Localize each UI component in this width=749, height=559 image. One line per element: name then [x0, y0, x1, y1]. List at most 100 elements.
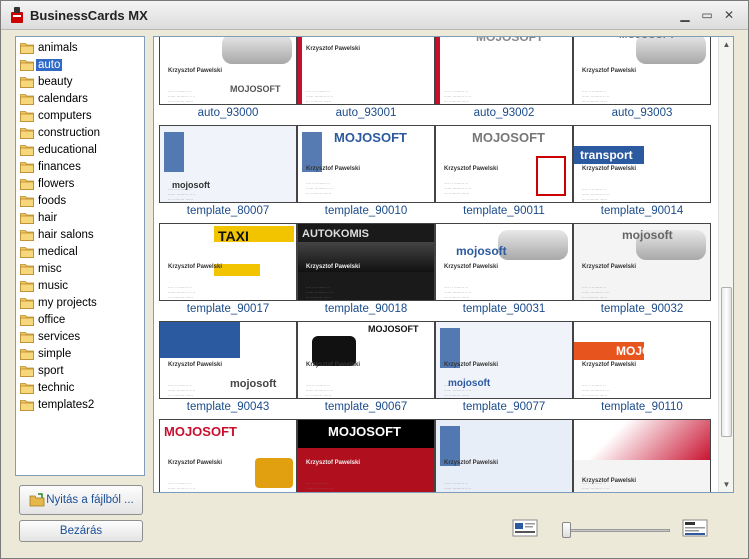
open-from-file-button[interactable]: Nyitás a fájlból ... — [19, 485, 143, 515]
card-person-name: Krzysztof Pawelski — [306, 46, 361, 52]
card-size-small-icon[interactable] — [512, 519, 538, 537]
category-music[interactable]: music — [16, 278, 144, 295]
template-thumbnail[interactable]: AUTOKOMIS Krzysztof Pawelski.... .. .....… — [297, 223, 435, 301]
category-label: hair — [38, 212, 58, 224]
card-logo: MOJOSOFT — [334, 130, 407, 145]
scroll-down-icon[interactable]: ▼ — [719, 477, 734, 492]
category-misc[interactable]: misc — [16, 261, 144, 278]
category-office[interactable]: office — [16, 312, 144, 329]
category-my-projects[interactable]: my projects — [16, 295, 144, 312]
category-tree[interactable]: animals auto beauty calendars computers const… — [15, 36, 145, 476]
close-button[interactable]: Bezárás — [19, 520, 143, 542]
template-thumbnail[interactable]: mojosoft Krzysztof Pawelski.... .. ......… — [435, 321, 573, 399]
category-services[interactable]: services — [16, 329, 144, 346]
category-computers[interactable]: computers — [16, 108, 144, 125]
category-finances[interactable]: finances — [16, 159, 144, 176]
maximize-icon[interactable]: ▭ — [700, 9, 714, 21]
folder-icon — [20, 332, 34, 343]
template-name: template_80007 — [186, 205, 270, 217]
scroll-up-icon[interactable]: ▲ — [719, 37, 734, 52]
template-thumbnail[interactable]: MOJOSOFTKrzysztof Pawelski.... .. ......… — [573, 321, 711, 399]
scrollbar-thumb[interactable] — [721, 287, 732, 437]
category-label: flowers — [38, 178, 75, 190]
template-thumbnail[interactable]: MOJOSOFTKrzysztof Pawelski.... .. ......… — [297, 419, 435, 492]
template-thumbnail[interactable]: MOJOSOFTKrzysztof Pawelski.... .. ......… — [297, 125, 435, 203]
card-logo: AUTOKOMIS — [302, 228, 370, 240]
template-thumbnail[interactable]: MOJOSOFTKrzysztof Pawelski.... .. ......… — [573, 37, 711, 105]
folder-icon — [20, 383, 34, 394]
category-foods[interactable]: foods — [16, 193, 144, 210]
folder-icon — [20, 43, 34, 54]
close-icon[interactable]: ✕ — [722, 9, 736, 21]
card-person-name: Krzysztof Pawelski — [444, 460, 499, 466]
app-window: BusinessCards MX ▁ ▭ ✕ animals auto beauty… — [0, 0, 749, 559]
category-simple[interactable]: simple — [16, 346, 144, 363]
template-thumbnail[interactable]: transport Krzysztof Pawelski.... .. .....… — [573, 125, 711, 203]
category-auto[interactable]: auto — [16, 57, 144, 74]
zoom-slider-track[interactable] — [562, 529, 670, 532]
category-label: calendars — [38, 93, 88, 105]
card-logo: MOJOSOFT — [164, 424, 237, 439]
open-from-file-label: Nyitás a fájlból ... — [46, 494, 134, 506]
folder-icon — [20, 77, 34, 88]
template-thumbnail[interactable]: MOJOSOFTKrzysztof Pawelski.... .. ......… — [159, 419, 297, 492]
template-name: template_90067 — [324, 401, 408, 413]
category-label: templates2 — [38, 399, 95, 411]
template-thumbnail[interactable]: Krzysztof Pawelski.... .. ........ .....… — [573, 419, 711, 492]
template-name: template_90017 — [186, 303, 270, 315]
template-thumbnail[interactable]: MOJOSOFTKrzysztof Pawelski.... .. ......… — [297, 321, 435, 399]
category-label: sport — [38, 365, 64, 377]
card-logo: MOJOSOFT — [368, 324, 419, 334]
card-logo: MOJOSOFT — [619, 37, 675, 41]
folder-icon — [20, 230, 34, 241]
template-name: template_90031 — [462, 303, 546, 315]
template-thumbnail[interactable]: MOJOSOFTKrzysztof Pawelski.... .. ......… — [435, 125, 573, 203]
category-technic[interactable]: technic — [16, 380, 144, 397]
category-label: services — [38, 331, 81, 343]
template-thumbnail[interactable]: Krzysztof Pawelski.... .. ........ .....… — [435, 419, 573, 492]
template-name: auto_93002 — [473, 107, 535, 119]
category-templates2[interactable]: templates2 — [16, 397, 144, 414]
template-thumbnail[interactable]: mojosoft Krzysztof Pawelski.... .. ......… — [435, 223, 573, 301]
template-thumbnail[interactable]: mojosoft.... .. ........ ........ ......… — [159, 125, 297, 203]
category-beauty[interactable]: beauty — [16, 74, 144, 91]
open-folder-icon — [29, 493, 45, 507]
template-name: template_90018 — [324, 303, 408, 315]
category-flowers[interactable]: flowers — [16, 176, 144, 193]
template-thumbnail[interactable]: Krzysztof Pawelski.... .. ........ .....… — [297, 37, 435, 105]
category-calendars[interactable]: calendars — [16, 91, 144, 108]
card-person-name: Krzysztof Pawelski — [582, 166, 637, 172]
template-thumbnail[interactable]: TAXI Krzysztof Pawelski.... .. ........ .… — [159, 223, 297, 301]
template-thumbnail[interactable]: mojosoft Krzysztof Pawelski.... .. ......… — [573, 223, 711, 301]
template-thumbnail[interactable]: mojosoft Krzysztof Pawelski.... .. ......… — [159, 321, 297, 399]
folder-icon — [20, 315, 34, 326]
category-sport[interactable]: sport — [16, 363, 144, 380]
category-label: auto — [36, 59, 63, 71]
category-hair-salons[interactable]: hair salons — [16, 227, 144, 244]
window-title: BusinessCards MX — [30, 8, 148, 23]
card-logo: mojosoft — [230, 378, 277, 390]
card-logo: transport — [580, 148, 633, 162]
folder-icon — [20, 196, 34, 207]
category-animals[interactable]: animals — [16, 40, 144, 57]
zoom-slider-handle[interactable] — [562, 522, 571, 538]
card-person-name: Krzysztof Pawelski — [168, 264, 223, 270]
card-logo: MOJOSOFT — [476, 36, 544, 44]
folder-icon — [20, 162, 34, 173]
template-thumbnail[interactable]: MOJOSOFTKrzysztof Pawelski.... .. ......… — [159, 37, 297, 105]
category-label: my projects — [38, 297, 97, 309]
minimize-icon[interactable]: ▁ — [678, 9, 692, 21]
template-name: template_90110 — [601, 401, 683, 413]
category-educational[interactable]: educational — [16, 142, 144, 159]
category-construction[interactable]: construction — [16, 125, 144, 142]
template-gallery[interactable]: MOJOSOFT Krzysztof Pawelski.... .. ......… — [153, 36, 734, 493]
category-label: animals — [38, 42, 78, 54]
card-logo: mojosoft — [456, 244, 507, 258]
template-name: auto_93000 — [197, 107, 259, 119]
category-hair[interactable]: hair — [16, 210, 144, 227]
gallery-scrollbar[interactable]: ▲ ▼ — [718, 37, 733, 492]
category-medical[interactable]: medical — [16, 244, 144, 261]
template-thumbnail[interactable]: MOJOSOFT.... .. ........ ........ ......… — [435, 36, 573, 105]
card-size-large-icon[interactable] — [682, 519, 708, 537]
title-bar[interactable]: BusinessCards MX ▁ ▭ ✕ — [1, 1, 748, 30]
